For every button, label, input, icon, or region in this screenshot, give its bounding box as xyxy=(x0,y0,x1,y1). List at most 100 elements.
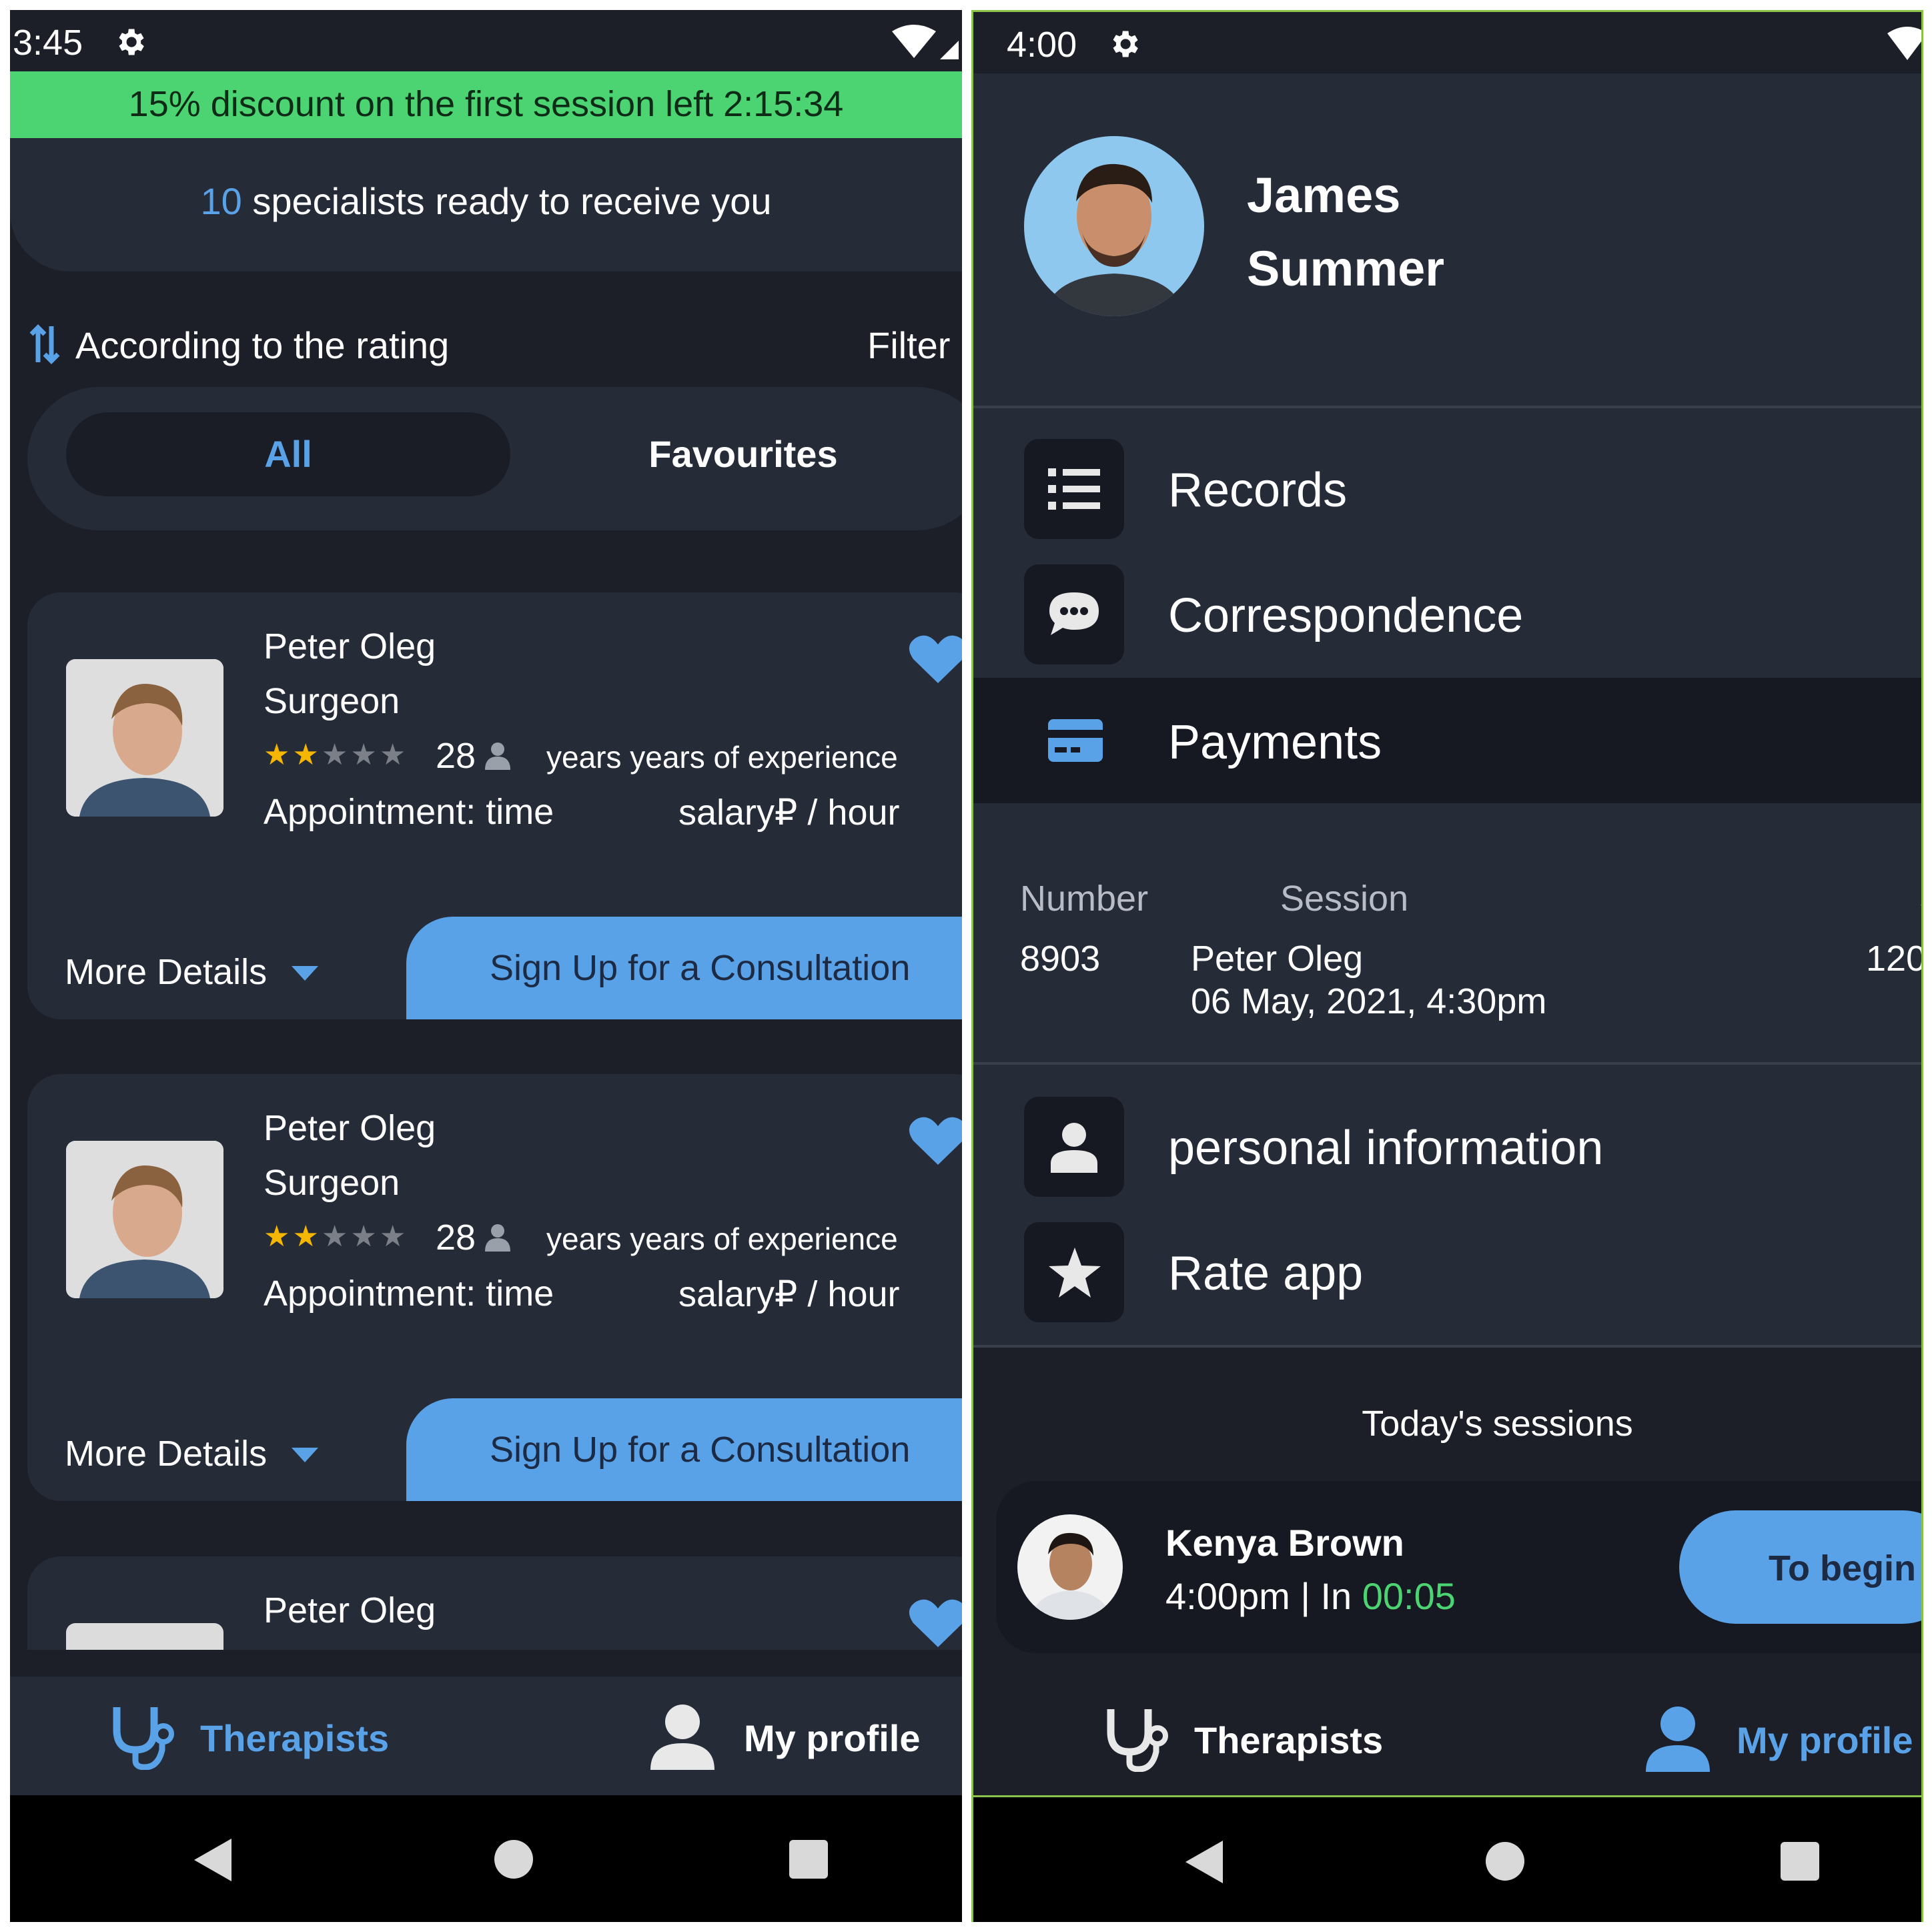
specialists-label: specialists ready to receive you xyxy=(242,180,772,222)
promo-banner: 15% discount on the first session left 2… xyxy=(10,71,962,138)
session-card: Kenya Brown 4:00pm | In 00:05 To begin xyxy=(996,1481,1921,1653)
therapists-screen: 3:45 15% discount on the first session l… xyxy=(10,10,962,1922)
specialist-name: Peter Oleg xyxy=(264,1108,436,1148)
review-count: 28 xyxy=(436,1218,476,1258)
star-icon: ★ xyxy=(379,739,406,771)
heart-icon[interactable] xyxy=(908,1114,962,1167)
chevron-down-icon[interactable] xyxy=(292,966,318,982)
menu-item-records[interactable]: Records xyxy=(973,428,1921,542)
payments-header-sum: S xyxy=(1919,878,1921,919)
menu-item-rate-label: Rate app xyxy=(1168,1247,1364,1300)
payments-header-number: Number xyxy=(1020,879,1149,919)
tab-all[interactable]: All xyxy=(66,412,510,496)
menu-item-rate-app[interactable]: Rate app xyxy=(973,1212,1921,1325)
sort-icon[interactable] xyxy=(29,324,61,365)
filter-button[interactable]: Filter xyxy=(867,324,950,367)
wifi-icon xyxy=(892,25,959,59)
nav-therapists[interactable]: Therapists xyxy=(1104,1705,1398,1772)
payment-session-name: Peter Oleg xyxy=(1191,939,1364,979)
recents-icon[interactable] xyxy=(789,1840,828,1879)
session-countdown: 00:05 xyxy=(1362,1575,1456,1617)
card-clip: Peter Oleg xyxy=(10,1556,962,1650)
home-icon[interactable] xyxy=(1486,1842,1524,1881)
back-icon[interactable] xyxy=(194,1839,231,1881)
specialist-photo-icon xyxy=(66,659,223,817)
more-details-link[interactable]: More Details xyxy=(65,951,267,993)
star-icon: ★ xyxy=(321,1220,348,1253)
tab-favourites-label: Favourites xyxy=(648,433,838,475)
menu-item-correspondence[interactable]: Correspondence xyxy=(973,554,1921,667)
specialist-photo-icon xyxy=(66,1141,223,1298)
system-nav-bar xyxy=(973,1797,1921,1922)
specialists-text: 10 specialists ready to receive you xyxy=(10,179,962,223)
star-icon: ★ xyxy=(321,739,348,771)
rating-stars: ★★★★★ xyxy=(264,738,408,772)
nav-therapists[interactable]: Therapists xyxy=(110,1703,404,1770)
payment-sum: 120 xyxy=(1866,939,1923,979)
stethoscope-icon xyxy=(113,1707,174,1770)
specialist-name: Peter Oleg xyxy=(264,1590,436,1630)
star-icon: ★ xyxy=(379,1220,406,1253)
specialists-banner: 10 specialists ready to receive you xyxy=(10,138,962,272)
credit-card-icon xyxy=(1048,719,1103,762)
nav-my-profile[interactable]: My profile xyxy=(650,1703,944,1770)
salary-text: salary₽ / hour xyxy=(678,793,900,833)
specialist-card: Peter Oleg Surgeon ★★★★★ 28 years years … xyxy=(27,592,962,1019)
person-icon xyxy=(485,743,510,770)
tab-switcher: All Favourites xyxy=(27,387,962,530)
nav-my-profile-label: My profile xyxy=(1737,1719,1913,1761)
heart-icon[interactable] xyxy=(908,632,962,686)
menu-item-payments-label: Payments xyxy=(1168,716,1382,769)
specialist-role: Surgeon xyxy=(264,1163,400,1203)
profile-avatar[interactable] xyxy=(1024,136,1204,316)
person-icon xyxy=(1051,1123,1097,1173)
promo-text: 15% discount on the first session left 2… xyxy=(128,84,844,124)
recents-icon[interactable] xyxy=(1781,1842,1819,1881)
specialist-avatar xyxy=(66,1623,223,1650)
star-icon: ★ xyxy=(292,739,319,771)
back-icon[interactable] xyxy=(1185,1841,1223,1883)
star-icon: ★ xyxy=(292,1220,319,1253)
todays-sessions-title: Today's sessions xyxy=(1362,1404,1633,1444)
appointment-text: Appointment: time xyxy=(264,1274,554,1314)
specialists-count: 10 xyxy=(200,180,242,222)
nav-my-profile[interactable]: My profile xyxy=(1646,1705,1921,1772)
chat-bubble-icon xyxy=(1049,592,1099,635)
tab-all-label: All xyxy=(264,433,312,475)
nav-therapists-label: Therapists xyxy=(200,1717,390,1759)
sort-label[interactable]: According to the rating xyxy=(75,324,449,367)
specialist-role: Surgeon xyxy=(264,681,400,721)
specialist-name: Peter Oleg xyxy=(264,626,436,666)
star-icon: ★ xyxy=(350,739,377,771)
status-time: 4:00 xyxy=(1007,25,1077,65)
salary-text: salary₽ / hour xyxy=(678,1274,900,1314)
more-details-link[interactable]: More Details xyxy=(65,1433,267,1474)
tab-favourites[interactable]: Favourites xyxy=(521,412,962,496)
rating-stars: ★★★★★ xyxy=(264,1220,408,1254)
menu-item-personal-information[interactable]: personal information xyxy=(973,1086,1921,1199)
divider xyxy=(973,1345,1921,1348)
gear-icon xyxy=(119,29,144,55)
menu-item-payments[interactable]: Payments xyxy=(973,678,1921,803)
signup-button-label: Sign Up for a Consultation xyxy=(490,948,911,988)
review-count: 28 xyxy=(436,736,476,776)
signup-button-label: Sign Up for a Consultation xyxy=(490,1430,911,1470)
profile-first-name: James xyxy=(1247,167,1401,223)
star-icon: ★ xyxy=(350,1220,377,1253)
chevron-down-icon[interactable] xyxy=(292,1448,318,1464)
star-icon: ★ xyxy=(264,1220,290,1253)
wifi-icon xyxy=(1887,27,1921,60)
signup-button[interactable]: Sign Up for a Consultation xyxy=(406,917,962,1019)
to-begin-button[interactable]: To begin xyxy=(1679,1510,1921,1624)
appointment-text: Appointment: time xyxy=(264,792,554,832)
payments-header-session: Session xyxy=(1280,879,1409,919)
bottom-nav: Therapists My profile xyxy=(10,1676,962,1795)
profile-screen: 4:00 James Summer Records Correspondence… xyxy=(971,10,1923,1922)
specialist-card: Peter Oleg xyxy=(27,1556,962,1650)
home-icon[interactable] xyxy=(494,1840,533,1879)
heart-icon[interactable] xyxy=(908,1596,962,1650)
signup-button[interactable]: Sign Up for a Consultation xyxy=(406,1398,962,1501)
payments-table: Number Session S 8903 Peter Oleg 06 May,… xyxy=(973,803,1923,1062)
payment-session-datetime: 06 May, 2021, 4:30pm xyxy=(1191,981,1547,1021)
gear-icon xyxy=(1113,31,1138,57)
